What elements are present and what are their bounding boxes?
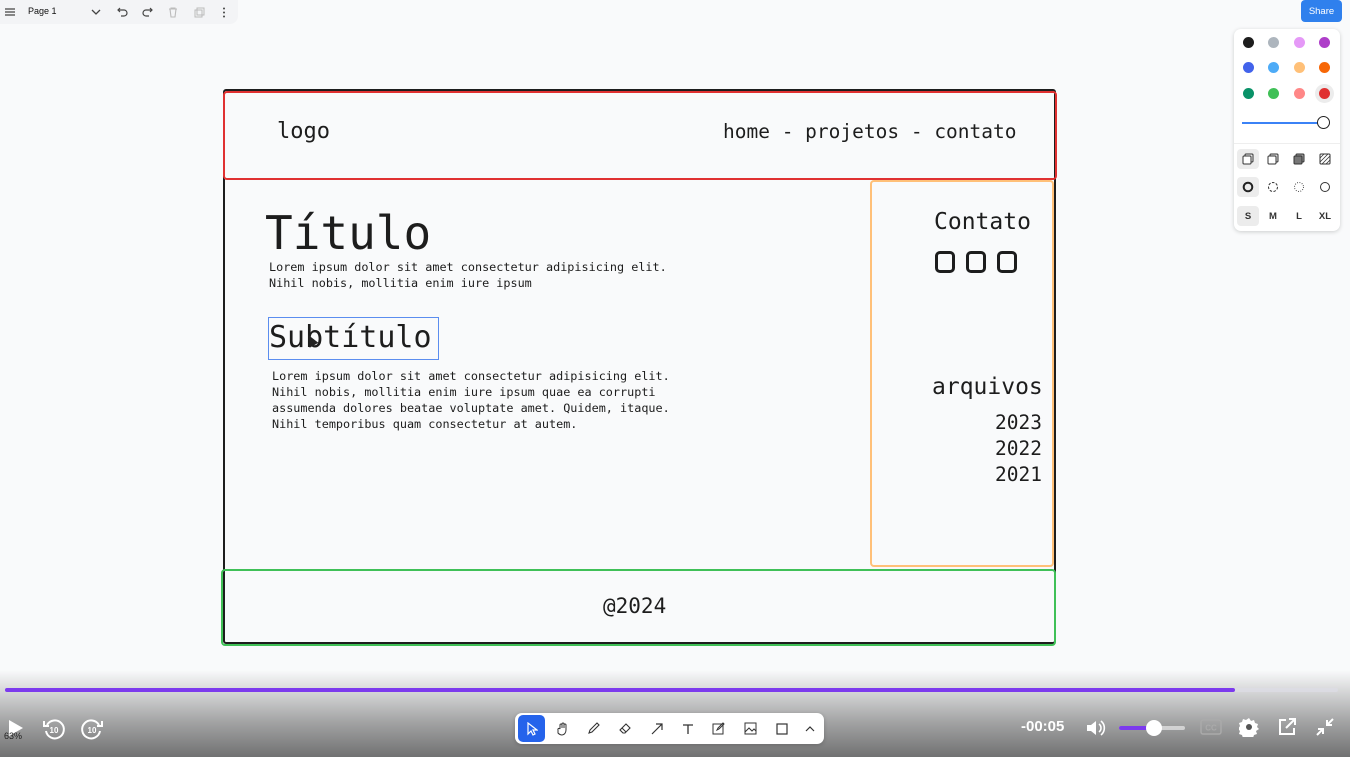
opacity-slider-track[interactable] <box>1242 122 1326 124</box>
trash-icon[interactable] <box>165 4 181 20</box>
progress-bar-fill <box>5 688 1236 692</box>
dash-dotted-icon[interactable] <box>1288 177 1310 197</box>
title-text[interactable]: Título <box>265 206 431 260</box>
rectangle-tool-icon[interactable] <box>768 715 795 742</box>
rewind-10-icon[interactable]: 10 <box>41 716 67 742</box>
asset-tool-icon[interactable] <box>737 715 764 742</box>
size-m-button[interactable]: M <box>1262 206 1284 226</box>
paragraph-text[interactable]: Lorem ipsum dolor sit amet consectetur a… <box>272 368 670 432</box>
chevron-down-icon[interactable] <box>88 4 104 20</box>
subtitle-text[interactable]: Subtítulo <box>269 320 432 355</box>
archives-title-text[interactable]: arquivos <box>932 374 1043 400</box>
hand-tool-icon[interactable] <box>549 715 576 742</box>
fill-solid-icon[interactable] <box>1288 149 1310 169</box>
svg-text:10: 10 <box>50 726 59 735</box>
logo-text[interactable]: logo <box>277 119 330 144</box>
color-swatch[interactable] <box>1243 62 1254 73</box>
settings-gear-icon[interactable] <box>1238 716 1260 738</box>
style-panel: S M L XL <box>1234 29 1340 231</box>
page-menu-bar: Page 1 <box>0 0 238 24</box>
exit-fullscreen-icon[interactable] <box>1314 716 1336 738</box>
contact-title-text[interactable]: Contato <box>934 209 1031 235</box>
share-button[interactable]: Share <box>1301 0 1342 22</box>
color-swatch[interactable] <box>1319 62 1330 73</box>
color-swatch[interactable] <box>1294 37 1305 48</box>
captions-icon[interactable]: CC <box>1199 716 1223 738</box>
undo-icon[interactable] <box>114 4 130 20</box>
zoom-level-label: 63% <box>4 731 23 741</box>
color-swatch-selected[interactable] <box>1319 88 1330 99</box>
paragraph-text[interactable]: Lorem ipsum dolor sit amet consectetur a… <box>269 259 667 291</box>
more-icon[interactable] <box>216 4 232 20</box>
color-swatch[interactable] <box>1268 88 1279 99</box>
arrow-tool-icon[interactable] <box>643 715 670 742</box>
fill-semi-icon[interactable] <box>1262 149 1284 169</box>
color-swatch[interactable] <box>1294 62 1305 73</box>
duplicate-icon[interactable] <box>191 4 207 20</box>
menu-icon[interactable] <box>2 4 18 20</box>
forward-10-icon[interactable]: 10 <box>79 716 105 742</box>
opacity-slider-knob[interactable] <box>1317 116 1330 129</box>
size-l-button[interactable]: L <box>1288 206 1310 226</box>
volume-icon[interactable] <box>1085 716 1107 740</box>
color-swatch[interactable] <box>1268 37 1279 48</box>
year-text[interactable]: 2021 <box>995 463 1042 486</box>
svg-text:CC: CC <box>1205 724 1217 733</box>
dash-solid-icon[interactable] <box>1314 177 1336 197</box>
time-remaining: -00:05 <box>1021 718 1065 735</box>
contact-icon-square[interactable] <box>935 251 955 273</box>
page-name[interactable]: Page 1 <box>28 6 57 16</box>
color-swatch[interactable] <box>1319 37 1330 48</box>
redo-icon[interactable] <box>139 4 155 20</box>
fill-none-icon[interactable] <box>1237 149 1259 169</box>
size-xl-button[interactable]: XL <box>1314 206 1336 226</box>
open-external-icon[interactable] <box>1276 716 1298 738</box>
contact-icon-square[interactable] <box>966 251 986 273</box>
volume-slider-knob[interactable] <box>1146 720 1162 736</box>
color-swatch[interactable] <box>1268 62 1279 73</box>
eraser-tool-icon[interactable] <box>611 715 638 742</box>
select-tool-icon[interactable] <box>518 715 545 742</box>
color-swatch[interactable] <box>1243 88 1254 99</box>
color-swatch[interactable] <box>1294 88 1305 99</box>
drawing-toolbar <box>515 713 824 744</box>
size-s-button[interactable]: S <box>1237 206 1259 226</box>
year-text[interactable]: 2023 <box>995 411 1042 434</box>
draw-tool-icon[interactable] <box>580 715 607 742</box>
text-tool-icon[interactable] <box>674 715 701 742</box>
dash-draw-icon[interactable] <box>1237 177 1259 197</box>
footer-text[interactable]: @2024 <box>603 594 666 618</box>
year-text[interactable]: 2022 <box>995 437 1042 460</box>
chevron-up-icon[interactable] <box>796 715 823 742</box>
contact-icon-square[interactable] <box>997 251 1017 273</box>
note-tool-icon[interactable] <box>705 715 732 742</box>
dash-dashed-icon[interactable] <box>1262 177 1284 197</box>
fill-pattern-icon[interactable] <box>1314 149 1336 169</box>
svg-text:10: 10 <box>88 726 97 735</box>
panel-divider <box>1234 143 1340 144</box>
color-swatch[interactable] <box>1243 37 1254 48</box>
nav-text[interactable]: home - projetos - contato <box>723 120 1017 143</box>
